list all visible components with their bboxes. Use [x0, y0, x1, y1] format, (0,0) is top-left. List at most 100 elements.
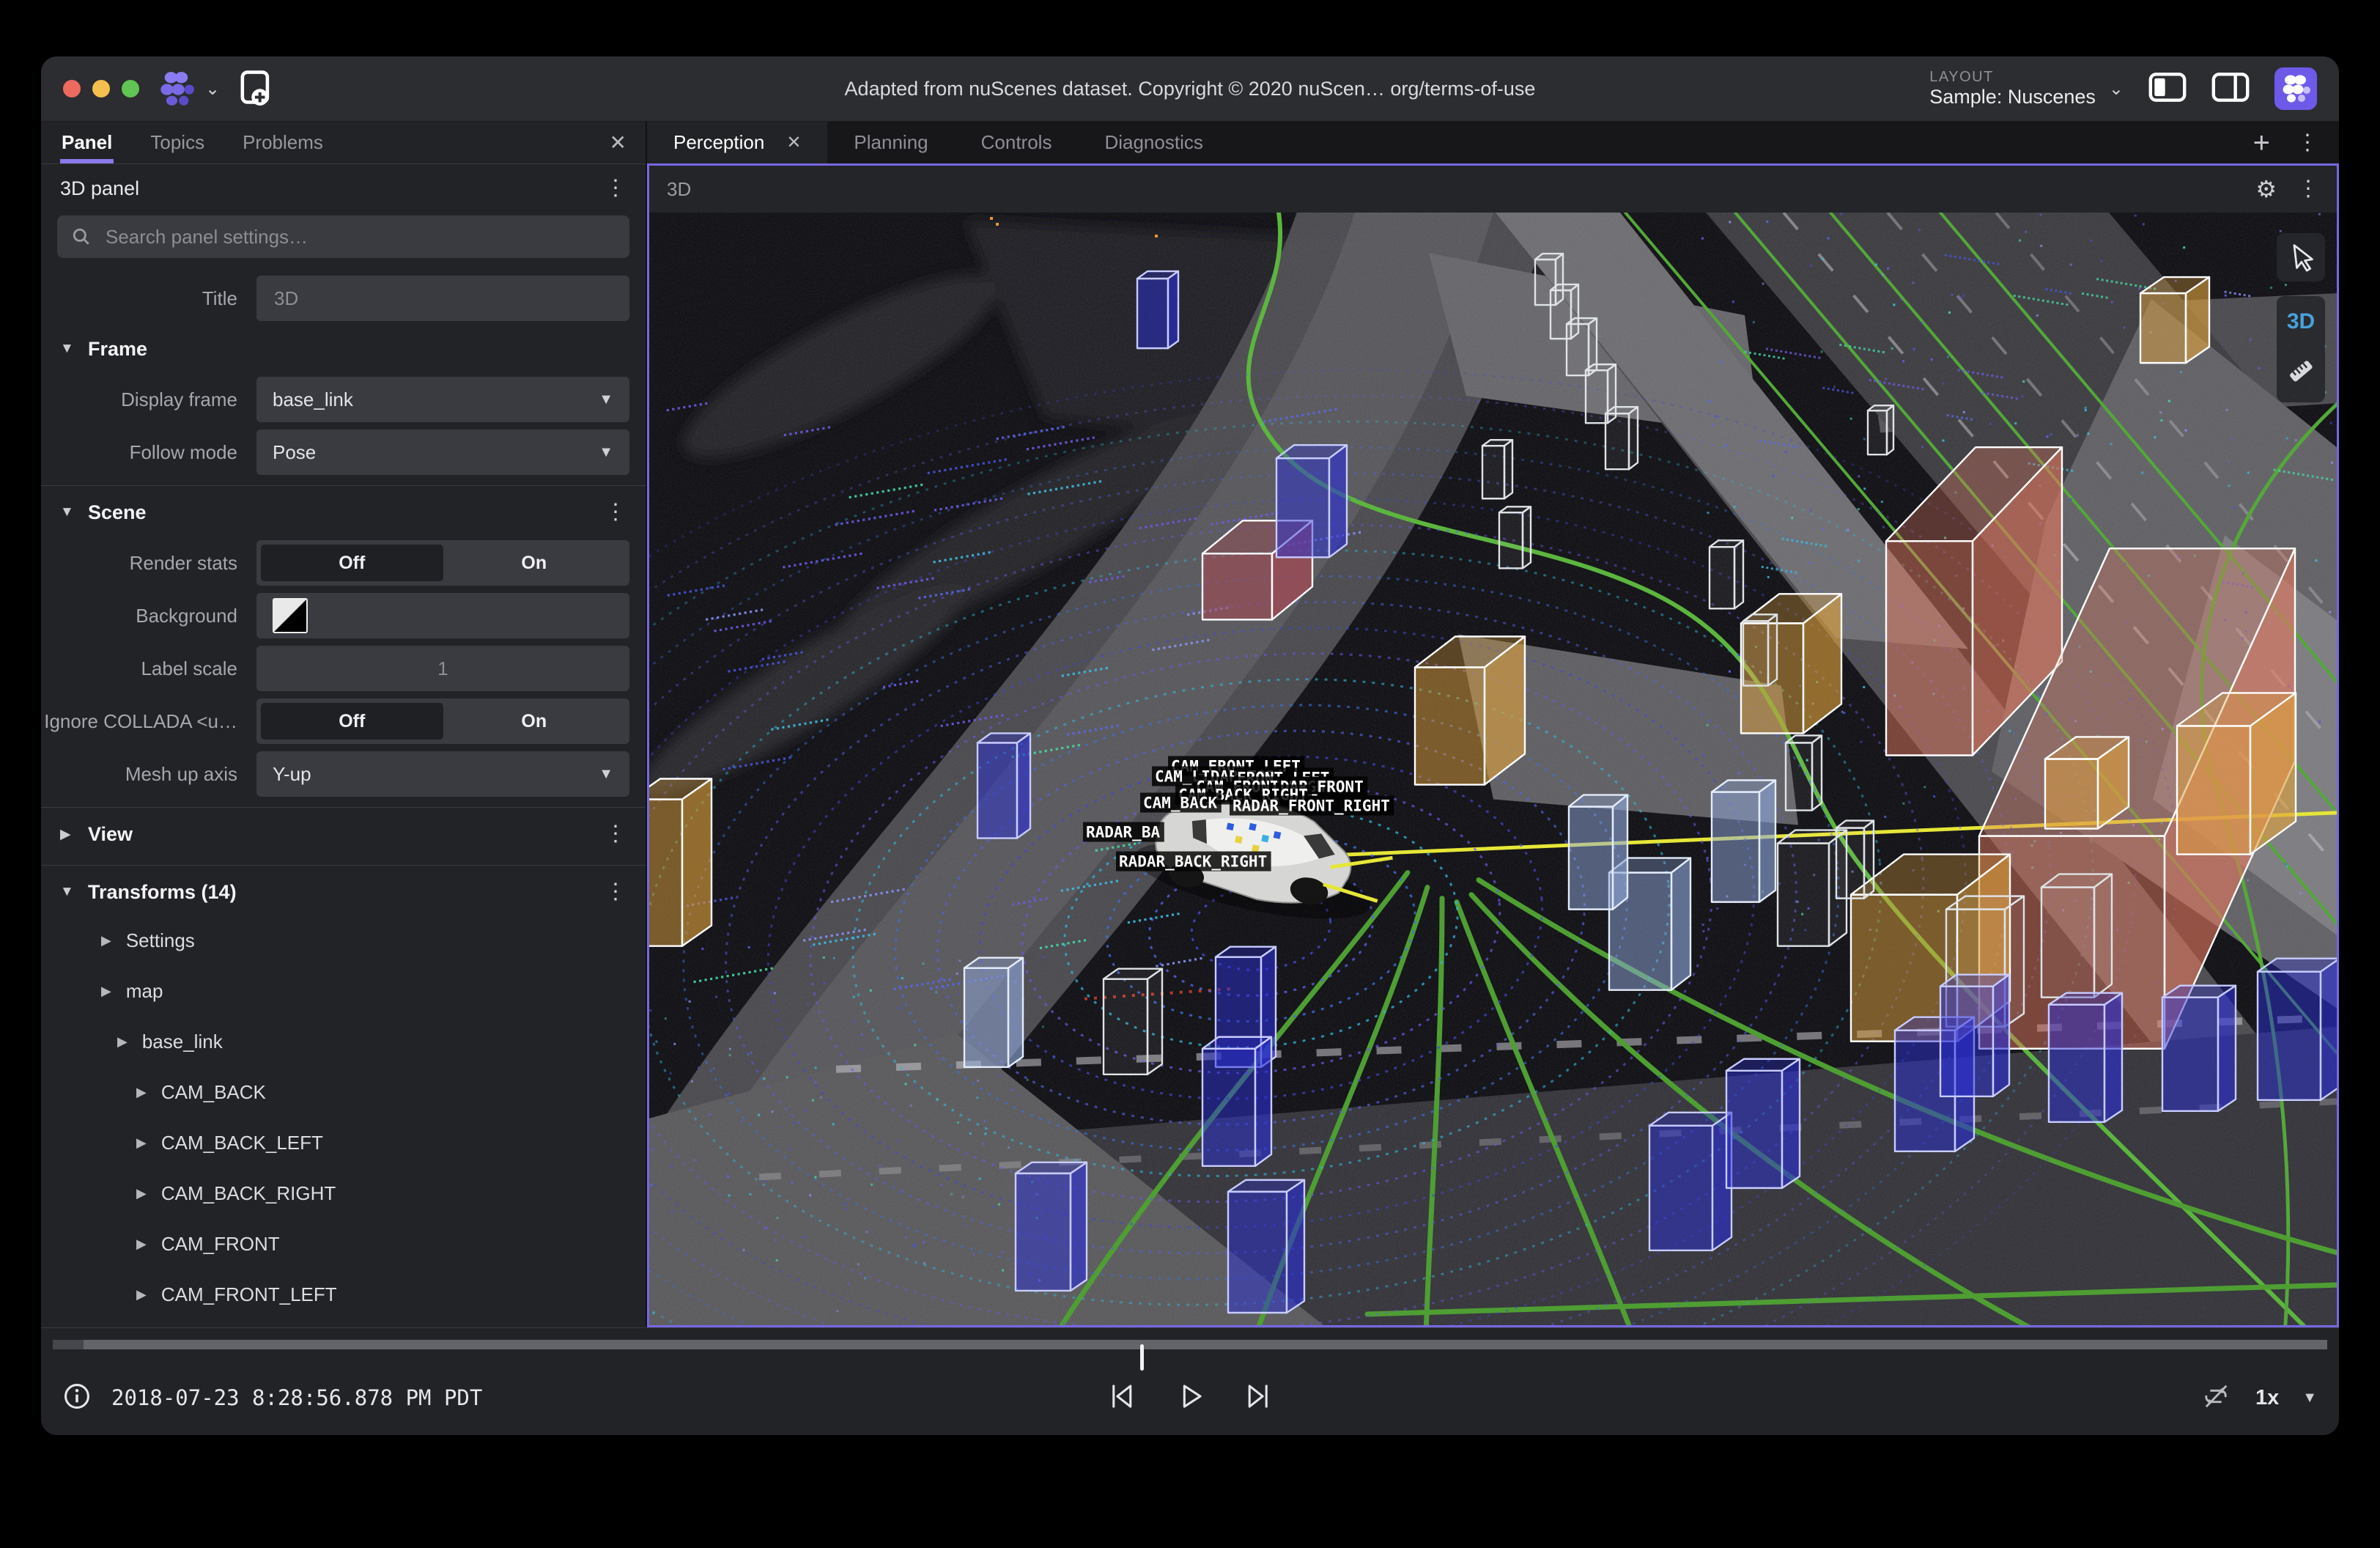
sidebar-tab-problems[interactable]: Problems — [241, 122, 325, 163]
label-scale-label: Label scale — [41, 657, 256, 680]
search-input[interactable] — [104, 225, 615, 249]
tree-item-cam-front-right[interactable]: ▶CAM_FRONT_RIGHT — [41, 1320, 646, 1327]
camera-mode-3d-button[interactable]: 3D — [2287, 309, 2315, 334]
render-stats-toggle[interactable]: Off On — [256, 540, 629, 586]
close-tab-icon[interactable]: ✕ — [786, 132, 801, 153]
tree-item-cam-back-right[interactable]: ▶CAM_BACK_RIGHT — [41, 1168, 646, 1219]
display-frame-select[interactable]: base_link▼ — [256, 377, 629, 422]
close-window-button[interactable] — [63, 80, 81, 97]
select-tool-button[interactable] — [2277, 233, 2325, 281]
chevron-right-icon: ▶ — [117, 1034, 128, 1050]
chevron-right-icon: ▶ — [136, 1186, 147, 1201]
tab-planning[interactable]: Planning — [827, 122, 954, 163]
tab-diagnostics[interactable]: Diagnostics — [1078, 122, 1229, 163]
skip-forward-icon — [1242, 1379, 1276, 1413]
tree-item-settings[interactable]: ▶Settings — [41, 915, 646, 966]
cursor-icon — [2286, 243, 2316, 272]
tree-item-cam-front[interactable]: ▶CAM_FRONT — [41, 1219, 646, 1269]
tree-item-cam-back[interactable]: ▶CAM_BACK — [41, 1067, 646, 1118]
foxglove-logo-icon — [158, 70, 195, 107]
section-view[interactable]: ▶ View ⋮ — [41, 814, 646, 855]
ignore-collada-label: Ignore COLLADA <u… — [41, 710, 256, 733]
chevron-right-icon: ▶ — [101, 933, 111, 948]
section-scene[interactable]: ▼ Scene ⋮ — [41, 492, 646, 533]
traffic-lights — [63, 80, 139, 97]
render-stats-label: Render stats — [41, 552, 256, 575]
timeline-scrubber[interactable] — [53, 1340, 2327, 1349]
chevron-right-icon: ▶ — [136, 1287, 147, 1302]
measure-tool-button[interactable] — [2286, 356, 2316, 389]
sidebar-tab-topics[interactable]: Topics — [149, 122, 206, 163]
3d-scene-viewport[interactable]: CAM_FRONT_LEFTCAM_LIDAR_TOPFRONT LEFTCAM… — [649, 213, 2337, 1325]
transforms-tree: ▶Settings ▶map ▶base_link ▶CAM_BACK ▶CAM… — [41, 913, 646, 1327]
tree-item-map[interactable]: ▶map — [41, 966, 646, 1017]
svg-text:RADAR_FRONT_RIGHT: RADAR_FRONT_RIGHT — [1232, 797, 1390, 815]
chevron-down-icon: ⌄ — [2109, 78, 2124, 100]
previous-frame-button[interactable] — [1104, 1379, 1138, 1417]
scene-menu-button[interactable]: ⋮ — [605, 501, 627, 523]
sidebar-tab-panel[interactable]: Panel — [60, 122, 114, 163]
foxglove-app-icon — [2280, 73, 2312, 105]
play-button[interactable] — [1173, 1379, 1207, 1417]
toggle-right-sidebar-button[interactable] — [2211, 72, 2250, 106]
tree-item-base-link[interactable]: ▶base_link — [41, 1017, 646, 1067]
follow-mode-label: Follow mode — [41, 441, 256, 464]
panel-settings-search[interactable] — [57, 215, 629, 258]
layout-tab-bar: Perception✕ Planning Controls Diagnostic… — [647, 122, 2339, 163]
ruler-icon — [2286, 356, 2316, 386]
section-frame[interactable]: ▼ Frame — [41, 328, 646, 369]
follow-mode-select[interactable]: Pose▼ — [256, 430, 629, 475]
label-scale-input[interactable]: 1 — [256, 646, 629, 691]
panel-menu-button[interactable]: ⋮ — [605, 177, 627, 199]
tab-controls[interactable]: Controls — [955, 122, 1079, 163]
transforms-menu-button[interactable]: ⋮ — [605, 881, 627, 903]
view-menu-button[interactable]: ⋮ — [605, 823, 627, 845]
background-label: Background — [41, 605, 256, 627]
loop-off-icon — [2200, 1380, 2232, 1412]
tree-item-cam-back-left[interactable]: ▶CAM_BACK_LEFT — [41, 1118, 646, 1168]
current-timestamp: 2018-07-23 8:28:56.878 PM PDT — [111, 1385, 482, 1410]
svg-text:CAM_BACK: CAM_BACK — [1143, 795, 1217, 812]
skip-back-icon — [1104, 1379, 1138, 1413]
tree-item-cam-front-left[interactable]: ▶CAM_FRONT_LEFT — [41, 1269, 646, 1320]
playback-speed-value[interactable]: 1x — [2255, 1386, 2279, 1410]
toggle-left-sidebar-button[interactable] — [2148, 72, 2187, 106]
minimize-window-button[interactable] — [92, 80, 110, 97]
svg-text:RADAR_BA: RADAR_BA — [1086, 824, 1160, 841]
svg-text:RADAR_BACK_RIGHT: RADAR_BACK_RIGHT — [1119, 853, 1267, 871]
ignore-collada-toggle[interactable]: Off On — [256, 699, 629, 744]
3d-panel: 3D ⚙ ⋮ — [647, 163, 2339, 1327]
chevron-right-icon: ▶ — [60, 826, 76, 843]
section-transforms[interactable]: ▼ Transforms (14) ⋮ — [41, 871, 646, 913]
add-tab-button[interactable]: + — [2253, 128, 2270, 158]
tab-bar-menu-button[interactable]: ⋮ — [2296, 132, 2318, 154]
chevron-down-icon: ▼ — [60, 504, 76, 520]
info-icon — [63, 1382, 91, 1410]
maximize-window-button[interactable] — [122, 80, 139, 97]
gear-icon[interactable]: ⚙ — [2255, 175, 2277, 203]
user-account-button[interactable] — [2274, 67, 2317, 110]
background-color-swatch[interactable] — [273, 598, 308, 633]
toggle-on-option[interactable]: On — [443, 703, 626, 740]
3d-panel-title: 3D — [667, 178, 691, 201]
tab-perception[interactable]: Perception✕ — [647, 122, 827, 163]
mesh-up-axis-select[interactable]: Y-up▼ — [256, 751, 629, 797]
3d-panel-menu-button[interactable]: ⋮ — [2297, 178, 2319, 200]
close-sidebar-button[interactable]: ✕ — [610, 122, 627, 163]
play-icon — [1173, 1379, 1207, 1413]
panel-title-input[interactable] — [273, 287, 613, 311]
chevron-down-icon: ▼ — [599, 444, 613, 461]
toggle-off-option[interactable]: Off — [261, 703, 443, 740]
toggle-off-option[interactable]: Off — [261, 545, 443, 581]
loop-playback-button[interactable] — [2200, 1380, 2232, 1416]
chevron-right-icon: ▶ — [136, 1085, 147, 1100]
data-source-info-button[interactable] — [63, 1382, 91, 1414]
speed-dropdown-caret[interactable]: ▼ — [2302, 1390, 2317, 1407]
toggle-on-option[interactable]: On — [443, 545, 626, 581]
app-menu-button[interactable]: ⌄ — [158, 70, 220, 107]
add-panel-button[interactable] — [239, 69, 273, 109]
layout-picker[interactable]: LAYOUT Sample: Nuscenes ⌄ — [1929, 69, 2124, 108]
app-window: ⌄ Adapted from nuScenes dataset. Copyrig… — [41, 56, 2339, 1435]
next-frame-button[interactable] — [1242, 1379, 1276, 1417]
titlebar: ⌄ Adapted from nuScenes dataset. Copyrig… — [41, 56, 2339, 122]
